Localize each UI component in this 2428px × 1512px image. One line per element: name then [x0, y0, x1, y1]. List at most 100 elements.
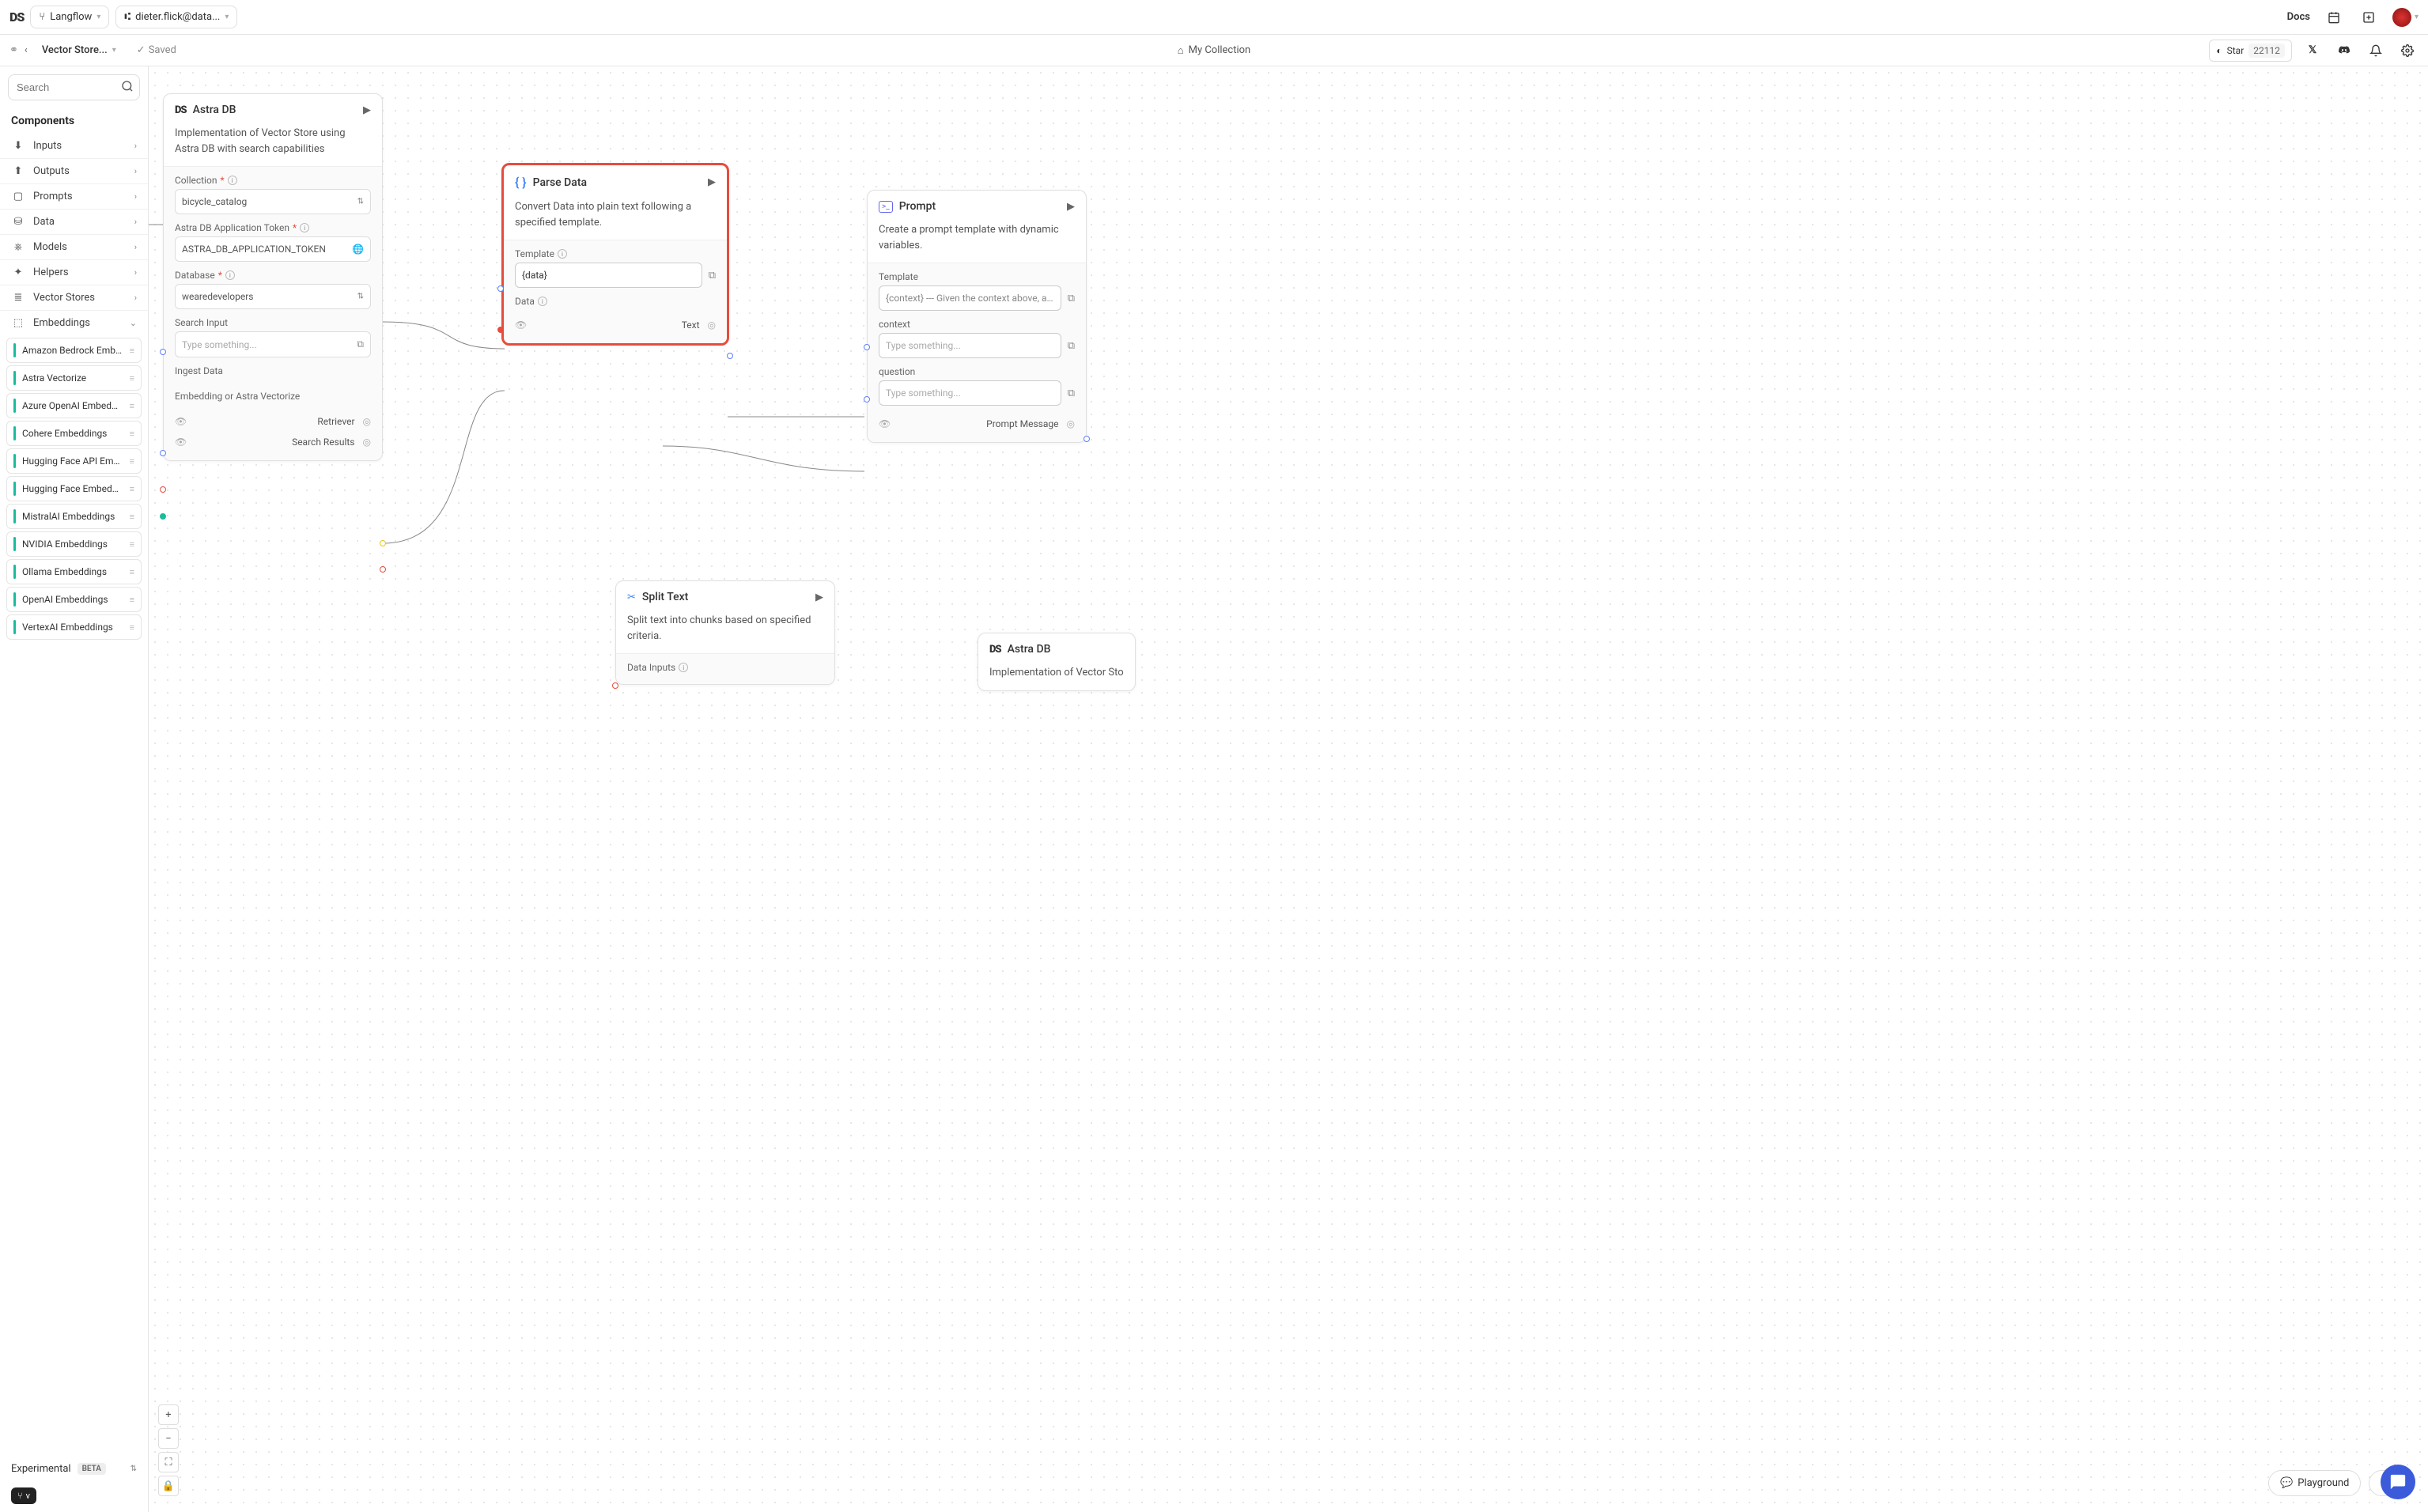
embedding-item[interactable]: MistralAI Embeddings≡ — [6, 504, 142, 529]
search-input[interactable] — [8, 74, 140, 100]
expand-icon[interactable]: ⧉ — [709, 270, 716, 282]
eye-icon[interactable]: 👁 — [175, 437, 187, 448]
context-input[interactable]: Type something... — [879, 333, 1061, 358]
globe-icon[interactable]: 🌐 — [352, 244, 364, 255]
sidebar-category-models[interactable]: ⎈Models› — [0, 234, 148, 259]
input-port[interactable] — [160, 486, 166, 493]
calendar-icon[interactable] — [2323, 6, 2345, 28]
output-port[interactable] — [380, 540, 386, 546]
play-icon[interactable]: ▶ — [815, 592, 823, 603]
zoom-out-button[interactable]: − — [158, 1428, 179, 1449]
flow-tree-icon[interactable]: ⚭ — [9, 44, 18, 56]
input-port[interactable] — [864, 396, 870, 403]
drag-handle-icon[interactable]: ≡ — [130, 512, 134, 522]
embedding-item[interactable]: Hugging Face API Embeddi...≡ — [6, 448, 142, 474]
question-input[interactable]: Type something... — [879, 380, 1061, 406]
sidebar-category-helpers[interactable]: ✦Helpers› — [0, 259, 148, 285]
sidebar-category-embeddings[interactable]: ⬚Embeddings⌄ — [0, 310, 148, 335]
input-port[interactable] — [497, 285, 504, 292]
drag-handle-icon[interactable]: ≡ — [130, 595, 134, 605]
info-icon[interactable]: i — [679, 663, 688, 672]
version-badge[interactable]: ⑂ v — [11, 1487, 36, 1504]
embedding-item[interactable]: OpenAI Embeddings≡ — [6, 587, 142, 612]
drag-handle-icon[interactable]: ≡ — [130, 567, 134, 577]
output-port[interactable] — [380, 566, 386, 573]
embedding-item[interactable]: Astra Vectorize≡ — [6, 365, 142, 391]
input-port[interactable] — [160, 349, 166, 355]
breadcrumb[interactable]: ⌂ My Collection — [1178, 44, 1251, 57]
sidebar-category-inputs[interactable]: ⬇Inputs› — [0, 134, 148, 158]
drag-handle-icon[interactable]: ≡ — [130, 346, 134, 356]
sidebar-category-prompts[interactable]: ▢Prompts› — [0, 183, 148, 209]
flow-selector[interactable]: Vector Store... ▾ — [34, 40, 124, 61]
docs-link[interactable]: Docs — [2287, 11, 2310, 23]
settings-icon[interactable] — [2396, 40, 2419, 62]
drag-handle-icon[interactable]: ≡ — [130, 622, 134, 633]
embedding-item[interactable]: Hugging Face Embeddings≡ — [6, 476, 142, 501]
token-input[interactable]: ASTRA_DB_APPLICATION_TOKEN🌐 — [175, 236, 371, 262]
discord-icon[interactable] — [2333, 40, 2355, 62]
embedding-item[interactable]: Amazon Bedrock Embeddi...≡ — [6, 338, 142, 363]
collection-select[interactable]: bicycle_catalog⇅ — [175, 189, 371, 214]
input-port[interactable] — [497, 327, 504, 333]
info-icon[interactable]: i — [538, 297, 547, 306]
embedding-item[interactable]: Ollama Embeddings≡ — [6, 559, 142, 584]
sidebar-category-outputs[interactable]: ⬆Outputs› — [0, 158, 148, 183]
node-astra-db-2[interactable]: DS Astra DB Implementation of Vector Sto — [978, 633, 1136, 691]
sidebar-category-data[interactable]: ⛁Data› — [0, 209, 148, 234]
expand-icon[interactable]: ⧉ — [357, 338, 364, 350]
input-port[interactable] — [160, 513, 166, 520]
expand-icon[interactable]: ⧉ — [1068, 293, 1075, 304]
expand-icon[interactable]: ⧉ — [1068, 387, 1075, 399]
sidebar-category-vector-stores[interactable]: ≣Vector Stores› — [0, 285, 148, 310]
output-port[interactable] — [1084, 436, 1090, 442]
target-icon[interactable]: ◎ — [1067, 418, 1075, 429]
embedding-item[interactable]: Cohere Embeddings≡ — [6, 421, 142, 446]
import-icon[interactable] — [2358, 6, 2380, 28]
node-parse-data[interactable]: { } Parse Data ▶ Convert Data into plain… — [501, 163, 729, 346]
drag-handle-icon[interactable]: ≡ — [130, 401, 134, 411]
output-port[interactable] — [727, 353, 733, 359]
search-input-field[interactable]: Type something...⧉ — [175, 331, 371, 357]
info-icon[interactable]: i — [225, 270, 235, 280]
experimental-section[interactable]: Experimental BETA ⇅ — [0, 1455, 148, 1483]
drag-handle-icon[interactable]: ≡ — [130, 373, 134, 384]
back-button[interactable]: ‹ — [25, 44, 28, 56]
node-split-text[interactable]: ✂ Split Text ▶ Split text into chunks ba… — [615, 580, 835, 685]
input-port[interactable] — [160, 450, 166, 456]
database-select[interactable]: wearedevelopers⇅ — [175, 284, 371, 309]
embedding-item[interactable]: NVIDIA Embeddings≡ — [6, 531, 142, 557]
info-icon[interactable]: i — [300, 223, 309, 232]
embedding-item[interactable]: VertexAI Embeddings≡ — [6, 614, 142, 640]
node-astra-db[interactable]: DS Astra DB ▶ Implementation of Vector S… — [163, 93, 383, 461]
zoom-in-button[interactable]: + — [158, 1404, 179, 1425]
user-menu[interactable]: ▾ — [2392, 8, 2419, 27]
intercom-chat-button[interactable] — [2381, 1465, 2415, 1499]
input-port[interactable] — [612, 682, 618, 689]
user-dropdown[interactable]: ⑆ dieter.flick@data... ▾ — [115, 6, 237, 28]
play-icon[interactable]: ▶ — [1067, 201, 1075, 213]
input-port[interactable] — [864, 344, 870, 350]
eye-icon[interactable]: 👁 — [515, 319, 527, 331]
target-icon[interactable]: ◎ — [363, 416, 371, 427]
info-icon[interactable]: i — [558, 249, 567, 259]
play-icon[interactable]: ▶ — [363, 104, 371, 116]
x-twitter-icon[interactable]: 𝕏 — [2301, 40, 2324, 62]
play-icon[interactable]: ▶ — [708, 176, 716, 188]
lock-button[interactable]: 🔒 — [158, 1476, 179, 1496]
drag-handle-icon[interactable]: ≡ — [130, 456, 134, 467]
info-icon[interactable]: i — [228, 176, 237, 185]
github-star-button[interactable]: ◐ Star 22112 — [2209, 40, 2292, 62]
drag-handle-icon[interactable]: ≡ — [130, 539, 134, 550]
expand-icon[interactable]: ⧉ — [1068, 340, 1075, 352]
eye-icon[interactable]: 👁 — [175, 416, 187, 427]
target-icon[interactable]: ◎ — [363, 437, 371, 448]
template-input[interactable]: {context} --- Given the context above, a… — [879, 285, 1061, 311]
drag-handle-icon[interactable]: ≡ — [130, 429, 134, 439]
project-dropdown[interactable]: ⑂ Langflow ▾ — [30, 6, 109, 28]
drag-handle-icon[interactable]: ≡ — [130, 484, 134, 494]
playground-button[interactable]: 💬 Playground — [2268, 1470, 2361, 1496]
fit-view-button[interactable]: ⛶ — [158, 1452, 179, 1472]
node-prompt[interactable]: >_ Prompt ▶ Create a prompt template wit… — [867, 190, 1087, 443]
bell-icon[interactable] — [2365, 40, 2387, 62]
